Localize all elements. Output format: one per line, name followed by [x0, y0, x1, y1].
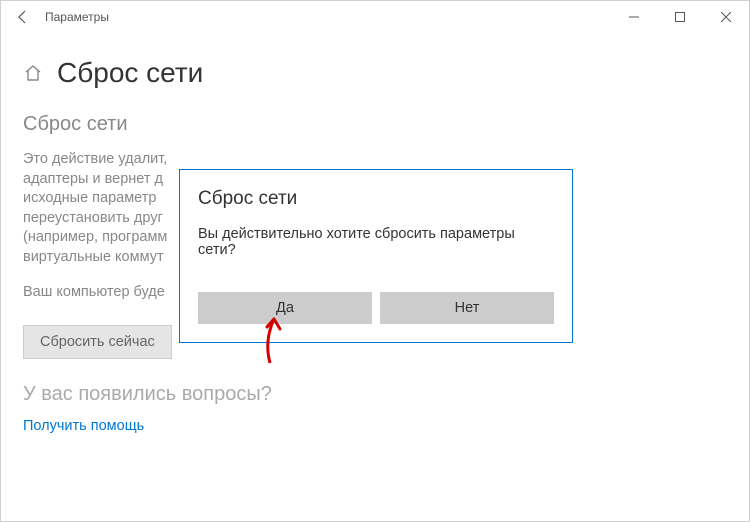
settings-window: Параметры Сброс сети Сброс сети Это дейс… — [0, 0, 750, 522]
window-controls — [611, 1, 749, 33]
questions-heading: У вас появились вопросы? — [23, 383, 727, 406]
close-button[interactable] — [703, 1, 749, 33]
dialog-title: Сброс сети — [198, 188, 554, 210]
home-icon[interactable] — [23, 63, 43, 83]
back-button[interactable] — [9, 1, 37, 33]
page-header: Сброс сети — [23, 57, 727, 89]
yes-button[interactable]: Да — [198, 292, 372, 324]
no-button[interactable]: Нет — [380, 292, 554, 324]
maximize-button[interactable] — [657, 1, 703, 33]
page-title: Сброс сети — [57, 57, 203, 89]
app-name: Параметры — [45, 10, 109, 24]
section-heading: Сброс сети — [23, 113, 727, 136]
dialog-message: Вы действительно хотите сбросить парамет… — [198, 226, 554, 258]
titlebar: Параметры — [1, 1, 749, 33]
dialog-button-row: Да Нет — [198, 292, 554, 324]
reset-now-button[interactable]: Сбросить сейчас — [23, 325, 172, 359]
minimize-button[interactable] — [611, 1, 657, 33]
confirm-dialog: Сброс сети Вы действительно хотите сброс… — [179, 169, 573, 343]
get-help-link[interactable]: Получить помощь — [23, 418, 727, 434]
